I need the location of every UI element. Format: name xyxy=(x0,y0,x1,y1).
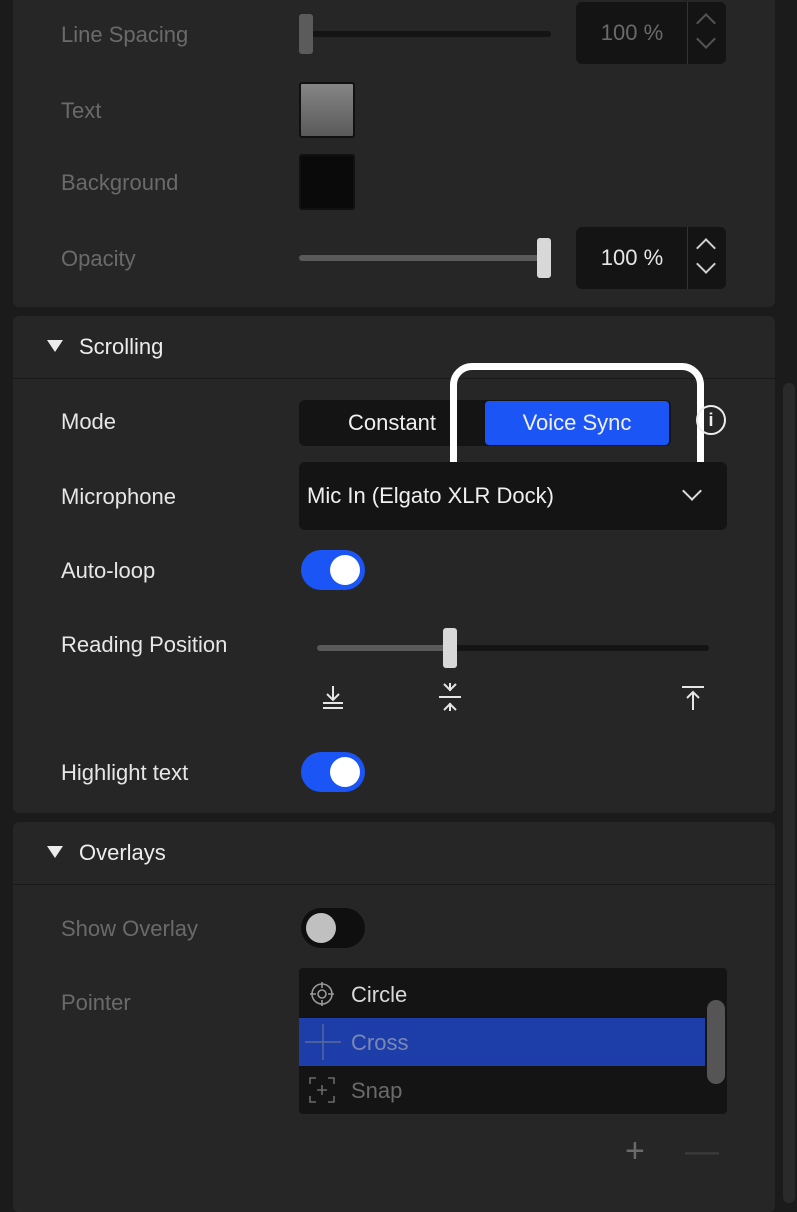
line-spacing-label: Line Spacing xyxy=(61,22,189,47)
text-color-label: Text xyxy=(61,98,102,123)
crosshair-circle-icon xyxy=(310,982,334,1006)
align-top-icon[interactable] xyxy=(680,684,706,712)
toggle-knob xyxy=(306,913,336,943)
background-color-label: Background xyxy=(61,170,179,195)
show-overlay-toggle[interactable] xyxy=(301,908,365,948)
background-color-swatch[interactable] xyxy=(299,154,355,210)
snap-bracket-icon xyxy=(309,1077,335,1103)
text-color-swatch[interactable] xyxy=(299,82,355,138)
appearance-panel: Line Spacing 100 % Text Background Opaci… xyxy=(13,0,775,307)
highlight-text-label: Highlight text xyxy=(61,760,189,785)
toggle-knob xyxy=(330,757,360,787)
opacity-slider-fill xyxy=(299,255,539,261)
scrolling-section-title: Scrolling xyxy=(79,334,164,359)
opacity-spinbox[interactable]: 100 % xyxy=(576,227,726,289)
scrolling-panel: Scrolling Mode Constant Voice Sync i Mic… xyxy=(13,316,775,813)
highlight-text-toggle[interactable] xyxy=(301,752,365,792)
opacity-value: 100 % xyxy=(600,245,664,270)
pointer-item-snap[interactable]: Snap xyxy=(299,1066,705,1114)
collapse-triangle-icon[interactable] xyxy=(47,846,63,858)
add-pointer-button[interactable]: + xyxy=(625,1134,645,1168)
align-bottom-icon[interactable] xyxy=(320,684,346,712)
remove-pointer-button[interactable]: — xyxy=(685,1134,719,1168)
line-spacing-slider-track[interactable] xyxy=(299,31,551,37)
align-center-icon[interactable] xyxy=(437,682,463,712)
mode-label: Mode xyxy=(61,409,117,434)
chevron-down-icon[interactable] xyxy=(682,481,702,501)
toggle-knob xyxy=(330,555,360,585)
reading-position-label: Reading Position xyxy=(61,632,228,657)
pointer-item-label: Cross xyxy=(351,1030,409,1055)
reading-position-slider-thumb[interactable] xyxy=(443,628,457,668)
show-overlay-label: Show Overlay xyxy=(61,916,198,941)
cross-icon xyxy=(305,1024,341,1060)
auto-loop-label: Auto-loop xyxy=(61,558,156,583)
line-spacing-slider-thumb[interactable] xyxy=(299,14,313,54)
microphone-dropdown[interactable]: Mic In (Elgato XLR Dock) xyxy=(299,462,727,530)
pointer-item-label: Circle xyxy=(351,982,408,1007)
pointer-item-label: Snap xyxy=(351,1078,403,1103)
line-spacing-stepper[interactable] xyxy=(687,2,726,64)
opacity-slider-thumb[interactable] xyxy=(537,238,551,278)
microphone-label: Microphone xyxy=(61,484,176,509)
pointer-list-scrollbar[interactable] xyxy=(707,1000,725,1084)
overlays-section-header[interactable]: Overlays xyxy=(13,822,775,885)
info-icon[interactable]: i xyxy=(696,405,726,435)
microphone-selected-value: Mic In (Elgato XLR Dock) xyxy=(307,483,554,508)
overlays-panel: Overlays Show Overlay Pointer Circle Cro… xyxy=(13,822,775,1212)
opacity-label: Opacity xyxy=(61,246,136,271)
line-spacing-spinbox[interactable]: 100 % xyxy=(576,2,726,64)
panel-scrollbar[interactable] xyxy=(783,383,795,1203)
overlays-section-title: Overlays xyxy=(79,840,166,865)
chevron-down-icon[interactable] xyxy=(696,29,716,49)
line-spacing-value: 100 % xyxy=(600,20,664,45)
pointer-item-circle[interactable]: Circle xyxy=(299,970,705,1018)
chevron-down-icon[interactable] xyxy=(696,254,716,274)
collapse-triangle-icon[interactable] xyxy=(47,340,63,352)
auto-loop-toggle[interactable] xyxy=(301,550,365,590)
pointer-label: Pointer xyxy=(61,990,131,1015)
reading-position-slider-fill xyxy=(317,645,449,651)
opacity-stepper[interactable] xyxy=(687,227,726,289)
pointer-item-cross[interactable]: Cross xyxy=(299,1018,705,1066)
pointer-list[interactable]: Circle Cross Snap xyxy=(299,968,727,1114)
